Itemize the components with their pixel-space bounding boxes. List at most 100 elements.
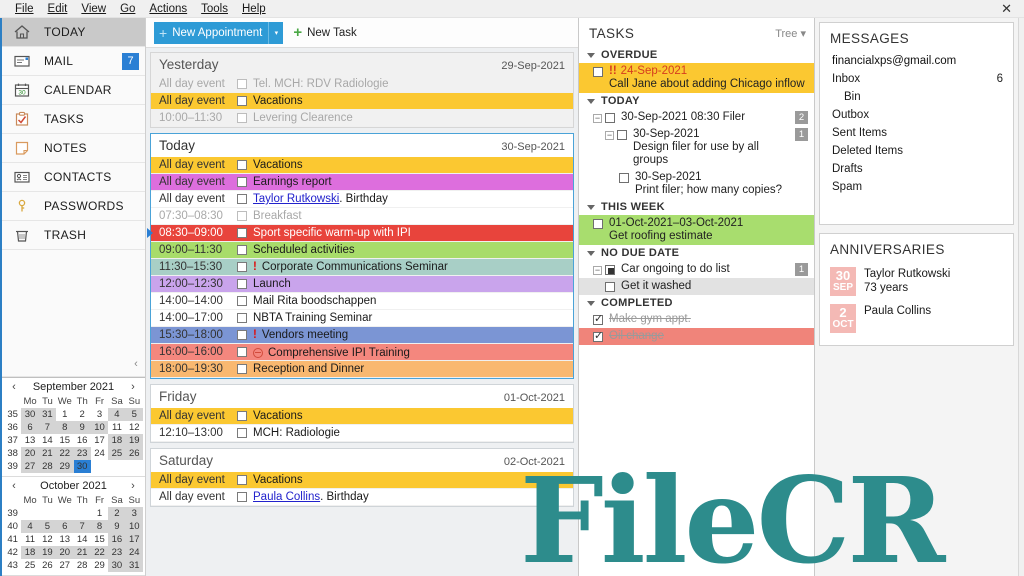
agenda-event-checkbox[interactable] (237, 211, 247, 221)
sidebar-item-contacts[interactable]: CONTACTS (2, 163, 145, 192)
menu-help[interactable]: Help (235, 0, 273, 18)
mini-calendar-day[interactable]: 24 (125, 546, 143, 559)
mini-calendar-day[interactable]: 30 (108, 559, 126, 572)
mini-calendar-day[interactable]: 20 (21, 447, 39, 460)
mini-calendar-day[interactable]: 3 (91, 408, 108, 421)
task-checkbox[interactable] (605, 265, 615, 275)
mini-calendar-day[interactable]: 4 (108, 408, 126, 421)
mini-calendar-day[interactable]: 11 (108, 421, 125, 434)
task-row[interactable]: Get it washed (579, 278, 814, 295)
mini-calendar-day[interactable]: 8 (90, 520, 109, 533)
mini-calendar-day[interactable]: 19 (125, 434, 143, 447)
agenda-event-row[interactable]: 14:00–14:00 Mail Rita boodschappen (151, 293, 573, 310)
close-icon[interactable]: ✕ (997, 0, 1016, 18)
agenda-event-row[interactable]: All day event Paula Collins. Birthday (151, 489, 573, 506)
task-checkbox[interactable] (619, 173, 629, 183)
mini-calendar-day[interactable]: 17 (125, 533, 143, 546)
agenda-event-checkbox[interactable] (237, 411, 247, 421)
anniversaries-list[interactable]: 30 SEP Taylor Rutkowski 73 years 2 OCT Paula C… (820, 263, 1013, 337)
tree-expander-icon[interactable]: − (605, 131, 614, 140)
sidebar-item-notes[interactable]: NOTES (2, 134, 145, 163)
mini-calendar-day[interactable]: 31 (125, 559, 143, 572)
new-task-button[interactable]: + New Task (293, 22, 356, 44)
agenda-event-checkbox[interactable] (237, 160, 247, 170)
mini-calendar-day[interactable]: 16 (108, 533, 126, 546)
task-row[interactable]: !! 24-Sep-2021 Call Jane about adding Chic… (579, 63, 814, 93)
agenda-event-checkbox[interactable] (237, 313, 247, 323)
mini-calendar-day[interactable]: 22 (90, 546, 109, 559)
mini-calendar-day[interactable]: 13 (56, 533, 73, 546)
agenda-event-row[interactable]: All day event Tel. MCH: RDV Radiologie (151, 76, 573, 93)
sidebar-item-mail[interactable]: MAIL 7 (2, 47, 145, 76)
agenda-event-row[interactable]: All day event Taylor Rutkowski. Birthday (151, 191, 573, 208)
messages-account[interactable]: financialxps@gmail.com (820, 52, 1013, 70)
mini-calendar-day[interactable]: 26 (125, 447, 143, 460)
task-checkbox[interactable] (593, 219, 603, 229)
agenda-event-row[interactable]: 09:00–11:30 Scheduled activities (151, 242, 573, 259)
mini-calendar-day[interactable]: 23 (108, 546, 126, 559)
menu-file[interactable]: File (8, 0, 41, 18)
collapse-sidebar-icon[interactable]: ‹ (129, 356, 143, 372)
agenda-event-row[interactable]: 12:10–13:00 MCH: Radiologie (151, 425, 573, 442)
mini-calendar-day[interactable]: 27 (56, 559, 73, 572)
task-checkbox[interactable] (593, 312, 603, 325)
agenda-event-row[interactable]: All day event Vacations (151, 93, 573, 110)
mini-calendar-day[interactable]: 5 (38, 520, 57, 533)
tasks-list[interactable]: OVERDUE!! 24-Sep-2021 Call Jane about addi… (579, 47, 814, 345)
sidebar-item-tasks[interactable]: TASKS (2, 105, 145, 134)
task-group-header[interactable]: OVERDUE (579, 47, 814, 63)
mini-calendar-day[interactable]: 10 (90, 421, 109, 434)
mini-calendar-day[interactable]: 9 (73, 421, 91, 434)
agenda-event-row[interactable]: 18:00–19:30 Reception and Dinner (151, 361, 573, 378)
task-row[interactable]: 30-Sep-2021 Print filer; how many copies? (579, 169, 814, 199)
agenda-event-row[interactable]: 15:30–18:00 ! Vendors meeting (151, 327, 573, 344)
mini-calendar-day[interactable]: 3 (125, 507, 143, 520)
agenda-event-row[interactable]: All day event Vacations (151, 157, 573, 174)
new-appointment-dropdown[interactable]: ▾ (268, 21, 284, 44)
menu-go[interactable]: Go (113, 0, 142, 18)
task-row[interactable]: 01-Oct-2021–03-Oct-2021 Get roofing estim… (579, 215, 814, 245)
agenda-event-checkbox[interactable] (237, 262, 247, 272)
agenda-event-checkbox[interactable] (237, 428, 247, 438)
mini-calendar-day[interactable]: 15 (56, 434, 73, 447)
mini-calendar-day[interactable]: 27 (21, 460, 39, 473)
agenda-event-checkbox[interactable] (237, 245, 247, 255)
mini-calendar-day[interactable]: 13 (21, 434, 38, 447)
anniversary-row[interactable]: 30 SEP Taylor Rutkowski 73 years (820, 263, 1013, 300)
contact-link[interactable]: Paula Collins (253, 491, 320, 503)
mini-calendar-day[interactable]: 21 (38, 447, 57, 460)
mini-calendar-day[interactable]: 29 (91, 559, 108, 572)
anniversary-row[interactable]: 2 OCT Paula Collins (820, 300, 1013, 337)
task-group-header[interactable]: NO DUE DATE (579, 245, 814, 261)
mini-calendar-day[interactable]: 31 (38, 408, 57, 421)
mini-calendar-day[interactable]: 10 (125, 520, 143, 533)
mini-calendar-day-today[interactable]: 30 (73, 460, 91, 473)
sidebar-item-passwords[interactable]: PASSWORDS (2, 192, 145, 221)
prev-month-icon-oct[interactable]: ‹ (8, 480, 20, 492)
window-scrollbar[interactable] (1018, 18, 1024, 576)
mini-calendar-day[interactable]: 30 (21, 408, 39, 421)
mini-calendar-day[interactable]: 26 (39, 559, 56, 572)
mini-calendar-day[interactable]: 22 (56, 447, 74, 460)
agenda-event-checkbox[interactable] (237, 228, 247, 238)
mini-calendar-day[interactable]: 4 (21, 520, 39, 533)
tasks-view-selector[interactable]: Tree ▾ (775, 27, 806, 40)
agenda-event-row[interactable]: All day event Vacations (151, 408, 573, 425)
agenda-event-checkbox[interactable] (237, 364, 247, 374)
messages-folder-row[interactable]: Outbox (820, 106, 1013, 124)
task-row[interactable]: − 30-Sep-2021 08:30 Filer 2 (579, 109, 814, 126)
mini-calendar-day[interactable]: 25 (108, 447, 126, 460)
task-group-header[interactable]: COMPLETED (579, 295, 814, 311)
mini-calendar-day[interactable]: 18 (21, 546, 39, 559)
agenda-event-row[interactable]: 14:00–17:00 NBTA Training Seminar (151, 310, 573, 327)
agenda-event-row[interactable]: 16:00–16:00 Comprehensive IPI Training (151, 344, 573, 361)
agenda-event-row[interactable]: 11:30–15:30 ! Corporate Communications Sem… (151, 259, 573, 276)
mini-calendar-day[interactable]: 12 (39, 533, 56, 546)
agenda-event-checkbox[interactable] (237, 194, 247, 204)
mini-calendar-day[interactable]: 28 (38, 460, 57, 473)
agenda-event-checkbox[interactable] (237, 79, 247, 89)
messages-folder-row[interactable]: Inbox 6 (820, 70, 1013, 88)
menu-edit[interactable]: Edit (41, 0, 75, 18)
agenda-event-row[interactable]: All day event Earnings report (151, 174, 573, 191)
mini-calendar-day[interactable]: 1 (91, 507, 108, 520)
